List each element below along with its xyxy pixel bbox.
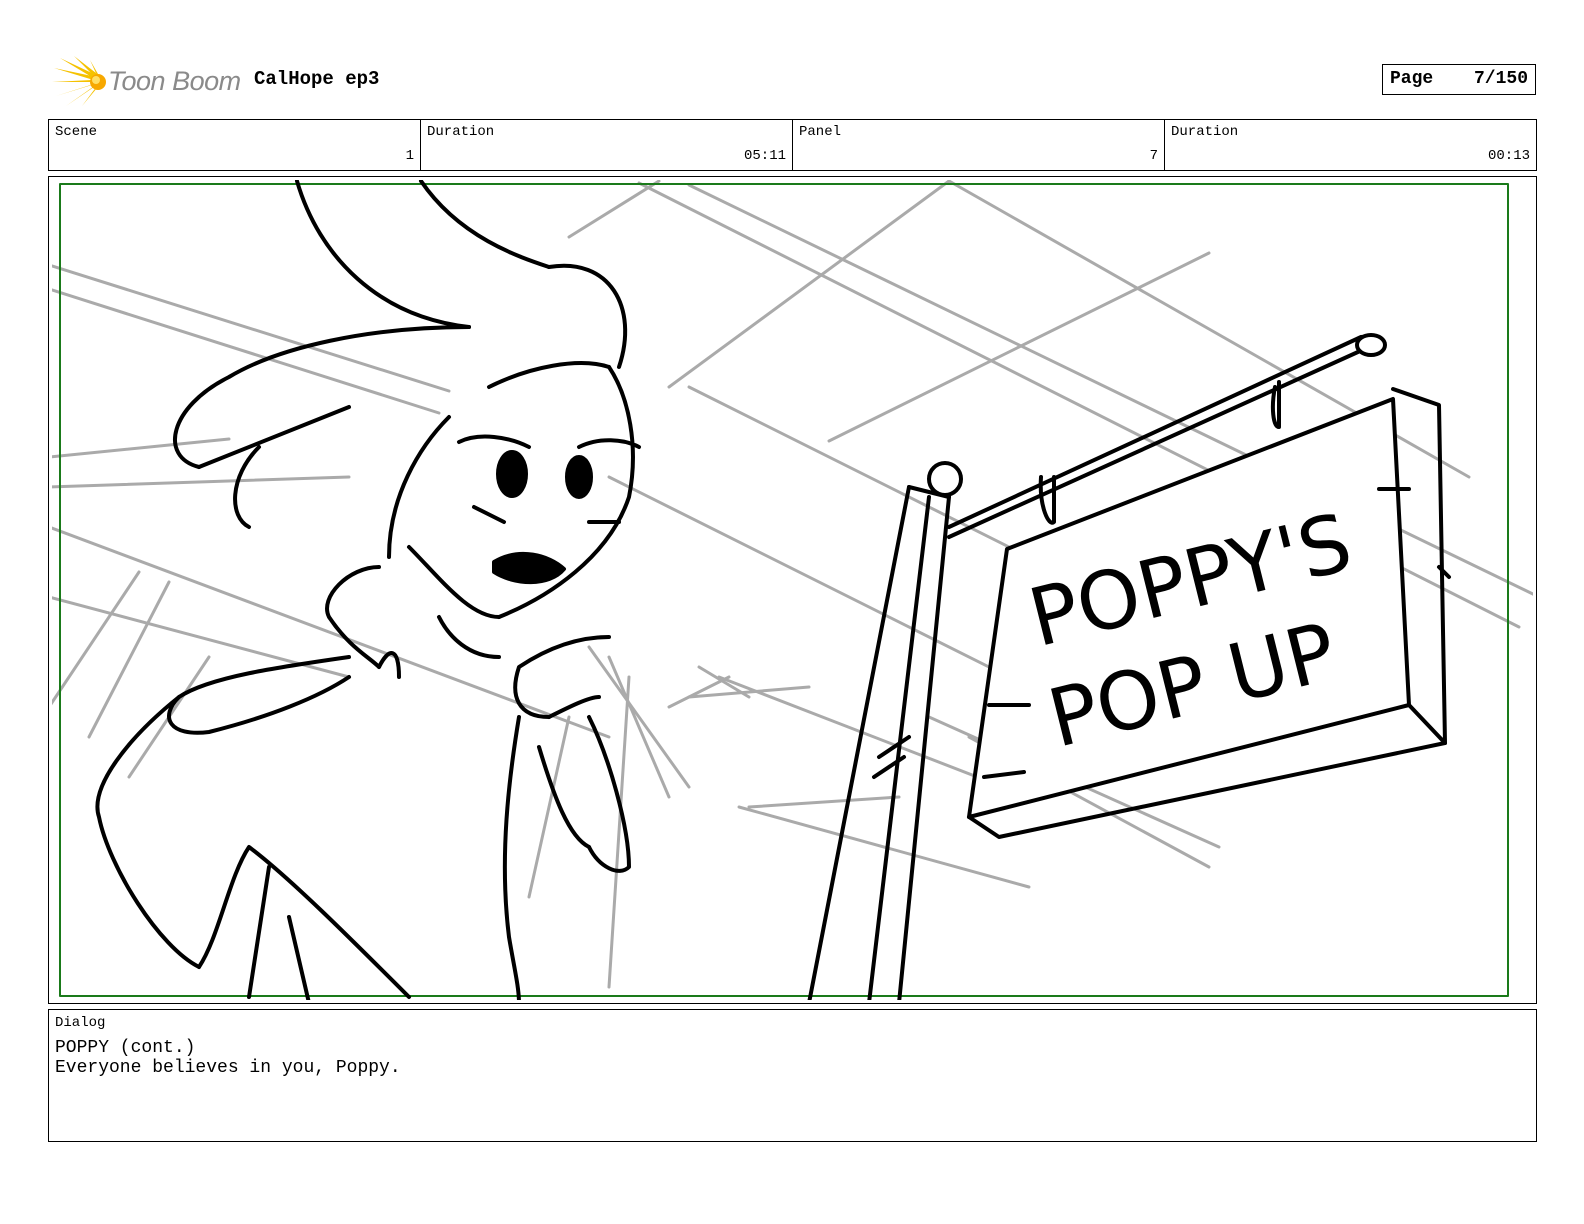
page-indicator: Page 7/150: [1382, 64, 1536, 95]
page-header: Toon Boom CalHope ep3 Page 7/150: [48, 52, 1536, 108]
page-label: Page: [1390, 69, 1434, 89]
dialog-label: Dialog: [55, 1015, 106, 1031]
panel-cell: Panel 7: [793, 120, 1165, 170]
project-title: CalHope ep3: [254, 68, 380, 90]
scene-duration-label: Duration: [427, 124, 495, 140]
toon-boom-logo: Toon Boom: [52, 56, 242, 106]
scene-value: 1: [405, 148, 414, 164]
scene-duration-value: 05:11: [743, 148, 786, 164]
storyboard-panel: POPPY'S POP UP: [48, 176, 1537, 1004]
panel-duration-value: 00:13: [1487, 148, 1530, 164]
scene-label: Scene: [55, 124, 98, 140]
panel-drawing: POPPY'S POP UP: [52, 180, 1533, 1000]
dialog-character: POPPY (cont.): [55, 1038, 196, 1058]
panel-value: 7: [1149, 148, 1158, 164]
panel-duration-cell: Duration 00:13: [1165, 120, 1536, 170]
dialog-box: Dialog POPPY (cont.) Everyone believes i…: [48, 1009, 1537, 1142]
panel-duration-label: Duration: [1171, 124, 1239, 140]
panel-info-row: Scene 1 Duration 05:11 Panel 7 Duration …: [48, 119, 1537, 171]
scene-cell: Scene 1: [49, 120, 421, 170]
scene-duration-cell: Duration 05:11: [421, 120, 793, 170]
starburst-icon: [52, 56, 106, 106]
logo-wordmark: Toon Boom: [108, 66, 241, 96]
page-number: 7/150: [1473, 69, 1528, 89]
panel-label: Panel: [799, 124, 842, 140]
dialog-text: Everyone believes in you, Poppy.: [55, 1058, 401, 1078]
